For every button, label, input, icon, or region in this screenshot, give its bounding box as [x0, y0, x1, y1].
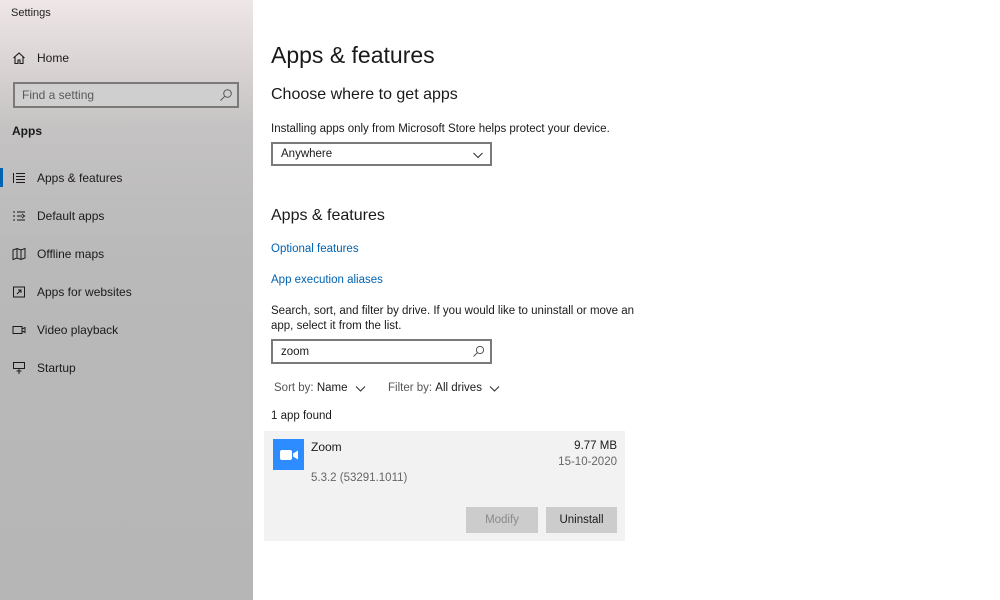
sidebar-item-apps-for-websites[interactable]: Apps for websites	[0, 273, 253, 311]
sidebar-item-default-apps[interactable]: Default apps	[0, 197, 253, 235]
sidebar-item-video-playback[interactable]: Video playback	[0, 311, 253, 349]
chevron-down-icon	[355, 383, 366, 394]
filter-value: All drives	[435, 382, 482, 394]
sidebar-item-startup[interactable]: Startup	[0, 349, 253, 387]
search-icon[interactable]	[219, 88, 233, 102]
chevron-down-icon	[489, 383, 500, 394]
sidebar: Settings Home Apps Apps & features Defau…	[0, 0, 253, 600]
startup-icon	[12, 361, 26, 375]
sidebar-item-label: Default apps	[37, 209, 105, 223]
app-list-search[interactable]	[271, 339, 492, 364]
sort-value: Name	[316, 382, 348, 394]
sidebar-item-label: Home	[37, 51, 70, 65]
search-icon[interactable]	[472, 345, 485, 358]
chevron-down-icon	[472, 148, 484, 160]
sidebar-item-label: Apps & features	[37, 171, 123, 185]
description-line: app, select it from the list.	[271, 320, 402, 332]
choose-apps-description: Installing apps only from Microsoft Stor…	[271, 123, 610, 135]
apps-found-count: 1 app found	[271, 410, 332, 422]
filter-by-dropdown[interactable]: Filter by: All drives	[388, 382, 500, 394]
apps-features-icon	[12, 171, 26, 185]
sidebar-item-apps-features[interactable]: Apps & features	[0, 159, 253, 197]
app-list-item[interactable]: Zoom 5.3.2 (53291.1011) 9.77 MB 15-10-20…	[264, 431, 625, 541]
sidebar-item-label: Apps for websites	[37, 285, 132, 299]
app-execution-aliases-link[interactable]: App execution aliases	[271, 274, 383, 286]
sidebar-item-home[interactable]: Home	[0, 39, 253, 77]
video-playback-icon	[12, 323, 26, 337]
find-setting-search[interactable]	[13, 82, 239, 108]
description-line: Search, sort, and filter by drive. If yo…	[271, 305, 635, 317]
choose-apps-heading: Choose where to get apps	[271, 86, 458, 103]
home-icon	[12, 51, 26, 65]
app-source-dropdown[interactable]: Anywhere	[271, 142, 492, 166]
main-content: Apps & features Choose where to get apps…	[253, 0, 1000, 600]
app-name: Zoom	[311, 440, 342, 454]
apps-features-heading: Apps & features	[271, 207, 385, 224]
find-setting-input[interactable]	[15, 84, 217, 106]
apps-for-websites-icon	[12, 285, 26, 299]
uninstall-button[interactable]: Uninstall	[546, 507, 617, 533]
app-search-input[interactable]	[273, 341, 471, 362]
optional-features-link[interactable]: Optional features	[271, 243, 359, 255]
app-size: 9.77 MB	[574, 440, 617, 452]
sidebar-section-title: Apps	[12, 124, 42, 138]
offline-maps-icon	[12, 247, 26, 261]
apps-search-description: Search, sort, and filter by drive. If yo…	[271, 304, 634, 334]
dropdown-value: Anywhere	[281, 148, 333, 160]
page-title: Apps & features	[271, 42, 435, 68]
sidebar-item-label: Startup	[37, 361, 76, 375]
modify-button[interactable]: Modify	[466, 507, 538, 533]
default-apps-icon	[12, 209, 26, 223]
sort-label: Sort by:	[274, 382, 314, 394]
app-version: 5.3.2 (53291.1011)	[311, 472, 408, 484]
sort-by-dropdown[interactable]: Sort by: Name	[274, 382, 366, 394]
sidebar-item-offline-maps[interactable]: Offline maps	[0, 235, 253, 273]
filter-label: Filter by:	[388, 382, 433, 394]
app-install-date: 15-10-2020	[558, 456, 617, 468]
sidebar-item-label: Offline maps	[37, 247, 105, 261]
zoom-app-icon	[273, 439, 304, 470]
window-title: Settings	[11, 7, 51, 19]
sidebar-item-label: Video playback	[37, 323, 119, 337]
